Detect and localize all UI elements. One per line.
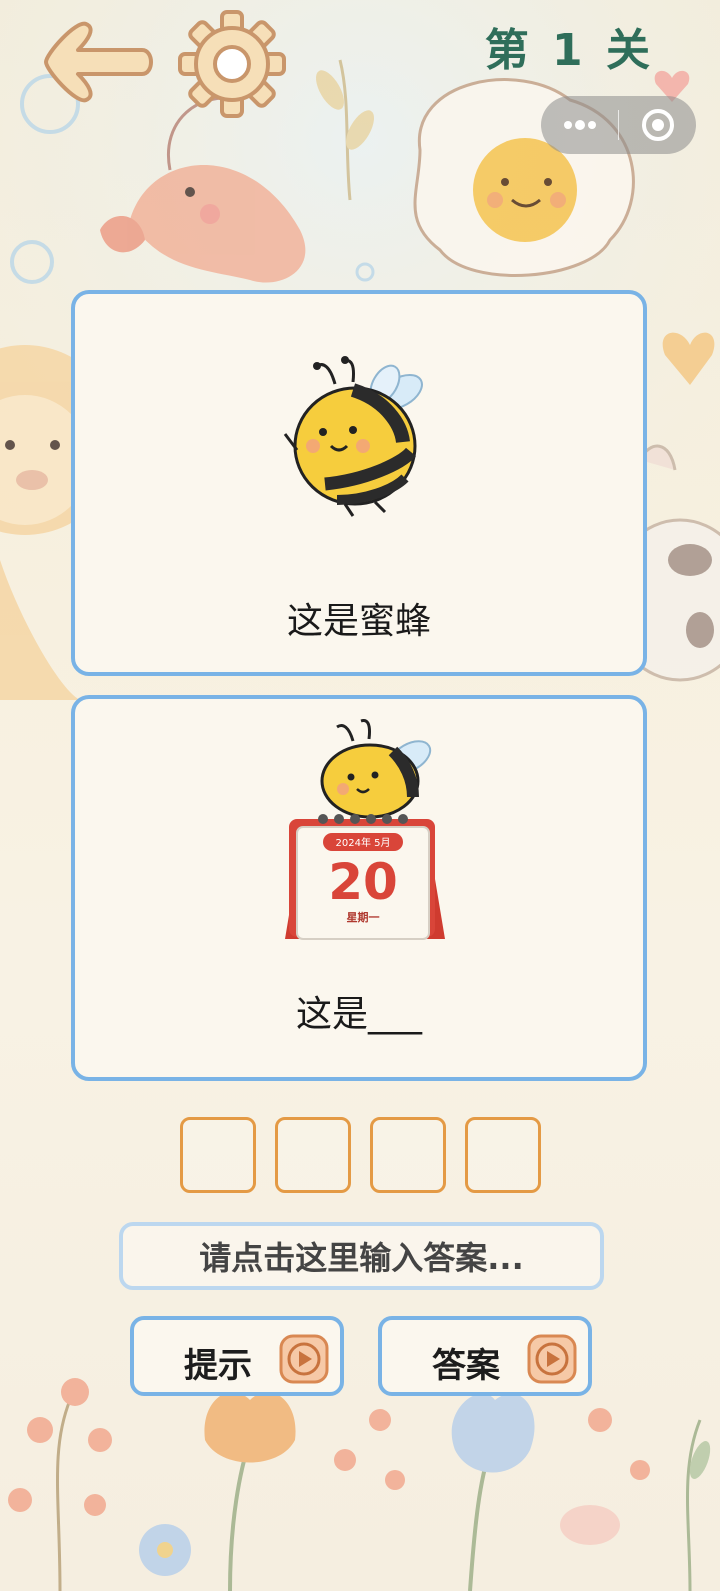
answer-input[interactable]: 请点击这里输入答案... [119, 1222, 604, 1290]
play-icon [527, 1334, 577, 1384]
target-circle-icon [641, 109, 674, 141]
bee-icon [283, 356, 423, 517]
answer-slot-1[interactable] [180, 1117, 256, 1193]
settings-button[interactable] [176, 8, 288, 120]
close-miniprogram-button[interactable] [619, 96, 696, 154]
show-answer-button[interactable]: 答案 [378, 1316, 592, 1396]
calendar-day: 20 [328, 853, 398, 911]
arrow-left-icon [44, 21, 153, 103]
back-button[interactable] [38, 16, 158, 108]
answer-slots [180, 1117, 544, 1197]
mini-program-capsule [541, 96, 696, 154]
calendar-weekday: 星期一 [347, 910, 380, 924]
card-2-text: 这是___ [295, 994, 422, 1035]
more-dots-icon [563, 120, 596, 130]
bee-on-calendar-icon: 2024年 5月 20 星期一 [285, 719, 445, 940]
card-1-text: 这是蜜蜂 [286, 601, 431, 642]
answer-slot-3[interactable] [370, 1117, 446, 1193]
level-title: 第 1 关 [484, 25, 654, 76]
answer-slot-2[interactable] [275, 1117, 351, 1193]
question-card-2: 2024年 5月 20 星期一 这是___ [71, 695, 647, 1081]
play-icon [279, 1334, 329, 1384]
question-card-1: 这是蜜蜂 [71, 290, 647, 676]
calendar-month: 2024年 5月 [336, 836, 391, 849]
more-button[interactable] [541, 96, 618, 154]
gear-icon [178, 10, 286, 118]
hint-label: 提示 [184, 1346, 252, 1386]
hint-button[interactable]: 提示 [130, 1316, 344, 1396]
answer-slot-4[interactable] [465, 1117, 541, 1193]
answer-label: 答案 [432, 1346, 500, 1386]
